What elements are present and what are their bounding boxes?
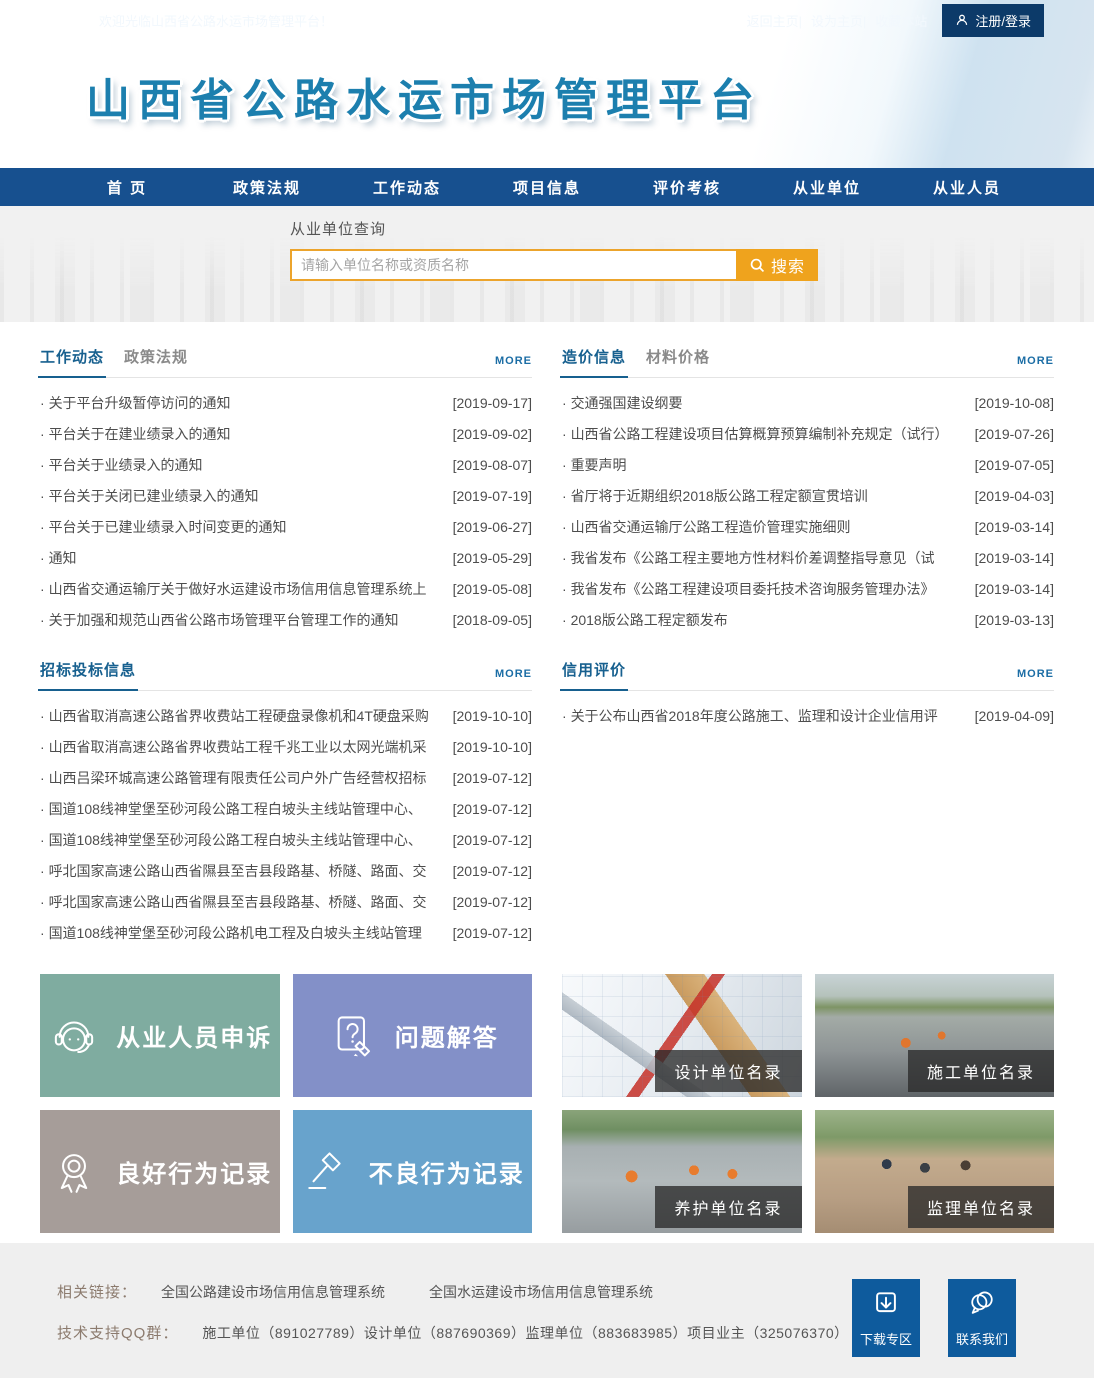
hero-banner: 欢迎光临山西省公路水运市场管理平台！ 返回主页| 设为主页| 收藏本站 注册/登…	[0, 0, 1094, 168]
list-item: 山西省取消高速公路省界收费站工程千兆工业以太网光端机采[2019-10-10]	[40, 731, 532, 762]
person-icon	[955, 13, 969, 27]
list-item: 呼北国家高速公路山西省隰县至吉县段路基、桥隧、路面、交[2019-07-12]	[40, 886, 532, 917]
contact-us-button[interactable]: 联系我们	[948, 1279, 1016, 1357]
main-content: 工作动态 政策法规 MORE 关于平台升级暂停访问的通知[2019-09-17]…	[0, 322, 1094, 1233]
tile-bad-records[interactable]: 不良行为记录	[293, 1110, 533, 1233]
bookmark-link[interactable]: 收藏本站	[875, 11, 927, 30]
gallery-caption: 施工单位名录	[908, 1050, 1054, 1092]
main-nav: 首 页 政策法规 工作动态 项目信息 评价考核 从业单位 从业人员	[0, 168, 1094, 206]
gallery-maintenance-units[interactable]: 养护单位名录	[562, 1110, 802, 1233]
list-item: 国道108线神堂堡至砂河段公路工程白坡头主线站管理中心、[2019-07-12]	[40, 793, 532, 824]
list-item: 呼北国家高速公路山西省隰县至吉县段路基、桥隧、路面、交[2019-07-12]	[40, 855, 532, 886]
section-work-news: 工作动态 政策法规 MORE 关于平台升级暂停访问的通知[2019-09-17]…	[40, 322, 532, 635]
tab-credit[interactable]: 信用评价	[562, 659, 626, 680]
list-item: 我省发布《公路工程建设项目委托技术咨询服务管理办法》[2019-03-14]	[562, 573, 1054, 604]
tile-personnel-appeal[interactable]: 从业人员申诉	[40, 974, 280, 1097]
tile-good-records[interactable]: 良好行为记录	[40, 1110, 280, 1233]
list-item: 交通强国建设纲要[2019-10-08]	[562, 387, 1054, 418]
quick-tiles: 从业人员申诉 问题解答 良好行为记录	[40, 974, 532, 1233]
list-item: 重要声明[2019-07-05]	[562, 449, 1054, 480]
list-item: 平台关于业绩录入的通知[2019-08-07]	[40, 449, 532, 480]
section-credit: 信用评价 MORE 关于公布山西省2018年度公路施工、监理和设计企业信用评[2…	[562, 635, 1054, 948]
site-title: 山西省公路水运市场管理平台	[86, 64, 762, 128]
nav-evaluation[interactable]: 评价考核	[618, 177, 756, 198]
headset-icon	[47, 1009, 101, 1063]
topbar: 欢迎光临山西省公路水运市场管理平台！ 返回主页| 设为主页| 收藏本站 注册/登…	[0, 0, 1094, 40]
medal-icon	[47, 1145, 101, 1199]
gallery-construction-units[interactable]: 施工单位名录	[815, 974, 1055, 1097]
list-item: 山西吕梁环城高速公路管理有限责任公司户外广告经营权招标[2019-07-12]	[40, 762, 532, 793]
welcome-area: 欢迎光临山西省公路水运市场管理平台！	[76, 11, 333, 30]
tile-qa[interactable]: 问题解答	[293, 974, 533, 1097]
download-zone-button[interactable]: 下载专区	[852, 1279, 920, 1357]
list-item: 关于公布山西省2018年度公路施工、监理和设计企业信用评[2019-04-09]	[562, 700, 1054, 731]
search-button[interactable]: 搜索	[736, 249, 818, 281]
nav-work-news[interactable]: 工作动态	[338, 177, 476, 198]
list-item: 平台关于已建业绩录入时间变更的通知[2019-06-27]	[40, 511, 532, 542]
tab-material-prices[interactable]: 材料价格	[646, 346, 710, 367]
qq-groups-text: 施工单位（891027789）设计单位（887690369）监理单位（88368…	[202, 1323, 848, 1343]
list-item: 我省发布《公路工程主要地方性材料价差调整指导意见（试[2019-03-14]	[562, 542, 1054, 573]
list-item: 省厅将于近期组织2018版公路工程定额宣贯培训[2019-04-03]	[562, 480, 1054, 511]
home-link[interactable]: 返回主页|	[747, 11, 802, 30]
tab-work-news[interactable]: 工作动态	[40, 346, 104, 367]
topbar-links: 返回主页| 设为主页| 收藏本站 注册/登录	[747, 4, 1044, 37]
gallery-supervision-units[interactable]: 监理单位名录	[815, 1110, 1055, 1233]
national-waterway-credit-link[interactable]: 全国水运建设市场信用信息管理系统	[429, 1282, 653, 1302]
list-item: 国道108线神堂堡至砂河段公路工程白坡头主线站管理中心、[2019-07-12]	[40, 824, 532, 855]
related-links-label: 相关链接：	[57, 1281, 137, 1302]
directory-gallery: 设计单位名录 施工单位名录 养护单位名录 监理单位名录	[562, 974, 1054, 1233]
nav-policies[interactable]: 政策法规	[198, 177, 336, 198]
download-icon	[870, 1288, 902, 1320]
national-highway-credit-link[interactable]: 全国公路建设市场信用信息管理系统	[161, 1282, 385, 1302]
search-label: 从业单位查询	[290, 218, 818, 239]
search-band: 从业单位查询 搜索	[0, 206, 1094, 322]
more-link[interactable]: MORE	[1017, 355, 1054, 367]
gallery-design-units[interactable]: 设计单位名录	[562, 974, 802, 1097]
footer: 相关链接： 全国公路建设市场信用信息管理系统 全国水运建设市场信用信息管理系统 …	[0, 1243, 1094, 1378]
nav-units[interactable]: 从业单位	[758, 177, 896, 198]
more-link[interactable]: MORE	[1017, 668, 1054, 680]
section-bidding: 招标投标信息 MORE 山西省取消高速公路省界收费站工程硬盘录像机和4T硬盘采购…	[40, 635, 532, 948]
list-item: 平台关于在建业绩录入的通知[2019-09-02]	[40, 418, 532, 449]
list-item: 山西省交通运输厅公路工程造价管理实施细则[2019-03-14]	[562, 511, 1054, 542]
list-item: 关于平台升级暂停访问的通知[2019-09-17]	[40, 387, 532, 418]
tab-cost-info[interactable]: 造价信息	[562, 346, 626, 367]
welcome-text: 欢迎光临山西省公路水运市场管理平台！	[99, 11, 333, 30]
chat-bubbles-icon	[966, 1288, 998, 1320]
gallery-caption: 监理单位名录	[908, 1186, 1054, 1228]
user-icon	[76, 11, 92, 30]
question-icon	[326, 1009, 380, 1063]
nav-home[interactable]: 首 页	[58, 177, 196, 198]
unit-search-input[interactable]	[290, 249, 736, 281]
gallery-caption: 养护单位名录	[655, 1186, 801, 1228]
tab-policies[interactable]: 政策法规	[124, 346, 188, 367]
nav-projects[interactable]: 项目信息	[478, 177, 616, 198]
list-item: 国道108线神堂堡至砂河段公路机电工程及白坡头主线站管理[2019-07-12]	[40, 917, 532, 948]
qq-support-label: 技术支持QQ群：	[57, 1322, 178, 1343]
tab-bidding[interactable]: 招标投标信息	[40, 659, 136, 680]
gavel-icon	[300, 1145, 354, 1199]
list-item: 山西省公路工程建设项目估算概算预算编制补充规定（试行）[2019-07-26]	[562, 418, 1054, 449]
set-homepage-link[interactable]: 设为主页|	[811, 11, 866, 30]
list-item: 通知[2019-05-29]	[40, 542, 532, 573]
list-item: 2018版公路工程定额发布[2019-03-13]	[562, 604, 1054, 635]
nav-personnel[interactable]: 从业人员	[898, 177, 1036, 198]
gallery-caption: 设计单位名录	[655, 1050, 801, 1092]
list-item: 关于加强和规范山西省公路市场管理平台管理工作的通知[2018-09-05]	[40, 604, 532, 635]
more-link[interactable]: MORE	[495, 668, 532, 680]
list-item: 山西省交通运输厅关于做好水运建设市场信用信息管理系统上[2019-05-08]	[40, 573, 532, 604]
section-cost-info: 造价信息 材料价格 MORE 交通强国建设纲要[2019-10-08] 山西省公…	[562, 322, 1054, 635]
register-login-button[interactable]: 注册/登录	[942, 4, 1044, 37]
list-item: 平台关于关闭已建业绩录入的通知[2019-07-19]	[40, 480, 532, 511]
list-item: 山西省取消高速公路省界收费站工程硬盘录像机和4T硬盘采购[2019-10-10]	[40, 700, 532, 731]
more-link[interactable]: MORE	[495, 355, 532, 367]
search-icon	[749, 257, 766, 274]
